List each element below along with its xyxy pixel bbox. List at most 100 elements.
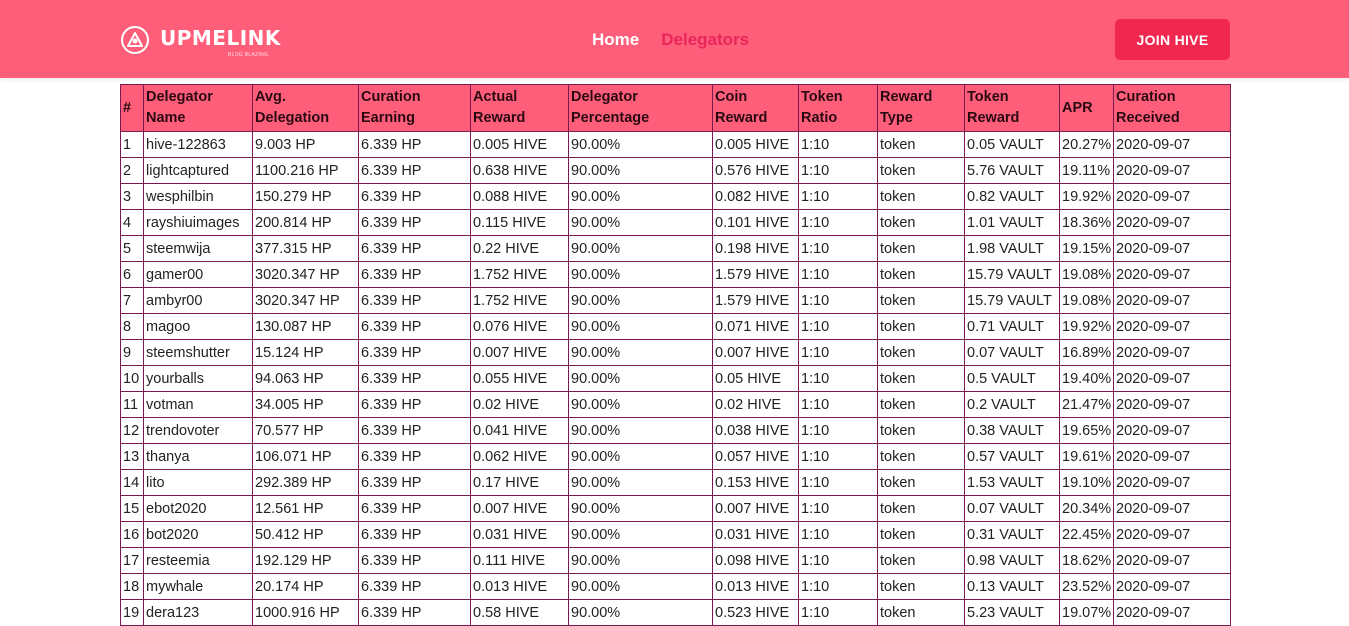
column-header: Coin Reward bbox=[712, 84, 799, 132]
column-header: Delegator Percentage bbox=[568, 84, 713, 132]
table-cell: 2020-09-07 bbox=[1113, 391, 1231, 418]
table-cell: 6.339 HP bbox=[358, 131, 471, 158]
table-cell: 3020.347 HP bbox=[252, 287, 359, 314]
table-row: 10 yourballs 94.063 HP 6.339 HP 0.055 HIVE 90… bbox=[120, 365, 1231, 392]
table-cell: 19.07% bbox=[1059, 599, 1114, 626]
table-cell: 18 bbox=[120, 573, 144, 600]
table-cell: 1:10 bbox=[798, 339, 878, 366]
table-cell: 0.041 HIVE bbox=[470, 417, 569, 444]
table-cell: token bbox=[877, 261, 965, 288]
delegators-table: # Delegator Name Avg. Delegation Curation E… bbox=[120, 84, 1231, 626]
table-cell: 6.339 HP bbox=[358, 261, 471, 288]
table-cell: 2020-09-07 bbox=[1113, 443, 1231, 470]
nav-delegators-link[interactable]: Delegators bbox=[661, 30, 749, 50]
table-cell: 0.07 VAULT bbox=[964, 495, 1060, 522]
table-cell: 6.339 HP bbox=[358, 417, 471, 444]
column-header: # bbox=[120, 84, 144, 132]
table-cell: 150.279 HP bbox=[252, 183, 359, 210]
table-cell: 90.00% bbox=[568, 183, 713, 210]
table-cell: 19.92% bbox=[1059, 313, 1114, 340]
table-cell: 3020.347 HP bbox=[252, 261, 359, 288]
table-cell: 1:10 bbox=[798, 599, 878, 626]
table-cell: 0.638 HIVE bbox=[470, 157, 569, 184]
table-cell: 1:10 bbox=[798, 365, 878, 392]
table-row: 8 magoo 130.087 HP 6.339 HP 0.076 HIVE 90.00%… bbox=[120, 313, 1231, 340]
table-cell: 1:10 bbox=[798, 183, 878, 210]
column-header: Curation Received bbox=[1113, 84, 1231, 132]
table-row: 13 thanya 106.071 HP 6.339 HP 0.062 HIVE 90.0… bbox=[120, 443, 1231, 470]
table-cell: 50.412 HP bbox=[252, 521, 359, 548]
table-cell: 0.17 HIVE bbox=[470, 469, 569, 496]
table-cell: magoo bbox=[143, 313, 253, 340]
table-cell: 34.005 HP bbox=[252, 391, 359, 418]
join-hive-button[interactable]: JOIN HIVE bbox=[1115, 19, 1230, 60]
table-cell: 5.23 VAULT bbox=[964, 599, 1060, 626]
table-cell: 15.124 HP bbox=[252, 339, 359, 366]
table-cell: 90.00% bbox=[568, 339, 713, 366]
table-cell: steemshutter bbox=[143, 339, 253, 366]
table-row: 19 dera123 1000.916 HP 6.339 HP 0.58 HIVE 90.… bbox=[120, 599, 1231, 626]
table-cell: 0.58 HIVE bbox=[470, 599, 569, 626]
table-cell: 6.339 HP bbox=[358, 313, 471, 340]
table-cell: 6.339 HP bbox=[358, 599, 471, 626]
table-cell: lito bbox=[143, 469, 253, 496]
top-navbar: UPMELINK BLOG BLAZING Home Delegators JO… bbox=[0, 0, 1349, 78]
table-cell: 5.76 VAULT bbox=[964, 157, 1060, 184]
table-cell: 0.007 HIVE bbox=[470, 339, 569, 366]
table-cell: 90.00% bbox=[568, 131, 713, 158]
table-cell: 6.339 HP bbox=[358, 469, 471, 496]
table-cell: 4 bbox=[120, 209, 144, 236]
table-cell: 23.52% bbox=[1059, 573, 1114, 600]
table-cell: 0.005 HIVE bbox=[470, 131, 569, 158]
table-cell: 90.00% bbox=[568, 547, 713, 574]
table-cell: hive-122863 bbox=[143, 131, 253, 158]
table-cell: 1:10 bbox=[798, 209, 878, 236]
table-cell: ambyr00 bbox=[143, 287, 253, 314]
table-row: 12 trendovoter 70.577 HP 6.339 HP 0.041 HIVE… bbox=[120, 417, 1231, 444]
table-cell: 70.577 HP bbox=[252, 417, 359, 444]
nav-home-link[interactable]: Home bbox=[592, 30, 639, 50]
table-cell: dera123 bbox=[143, 599, 253, 626]
table-cell: 0.071 HIVE bbox=[712, 313, 799, 340]
table-cell: 90.00% bbox=[568, 287, 713, 314]
table-cell: 90.00% bbox=[568, 495, 713, 522]
table-cell: 1:10 bbox=[798, 313, 878, 340]
table-cell: 192.129 HP bbox=[252, 547, 359, 574]
table-cell: 1:10 bbox=[798, 495, 878, 522]
table-row: 16 bot2020 50.412 HP 6.339 HP 0.031 HIVE 90.0… bbox=[120, 521, 1231, 548]
brand-tagline: BLOG BLAZING bbox=[228, 52, 269, 58]
table-cell: 2020-09-07 bbox=[1113, 547, 1231, 574]
table-cell: token bbox=[877, 157, 965, 184]
table-cell: 12 bbox=[120, 417, 144, 444]
table-cell: 0.02 HIVE bbox=[470, 391, 569, 418]
table-cell: 2020-09-07 bbox=[1113, 521, 1231, 548]
table-cell: 2020-09-07 bbox=[1113, 469, 1231, 496]
table-cell: 10 bbox=[120, 365, 144, 392]
table-cell: 2020-09-07 bbox=[1113, 339, 1231, 366]
table-cell: 19.61% bbox=[1059, 443, 1114, 470]
table-cell: 6.339 HP bbox=[358, 365, 471, 392]
table-cell: steemwija bbox=[143, 235, 253, 262]
table-cell: 0.088 HIVE bbox=[470, 183, 569, 210]
table-cell: 6.339 HP bbox=[358, 521, 471, 548]
table-cell: 0.05 VAULT bbox=[964, 131, 1060, 158]
table-cell: 0.013 HIVE bbox=[712, 573, 799, 600]
table-cell: 16.89% bbox=[1059, 339, 1114, 366]
table-row: 17 resteemia 192.129 HP 6.339 HP 0.111 HIVE 9… bbox=[120, 547, 1231, 574]
table-row: 6 gamer00 3020.347 HP 6.339 HP 1.752 HIVE 90.… bbox=[120, 261, 1231, 288]
table-cell: 90.00% bbox=[568, 573, 713, 600]
table-cell: 90.00% bbox=[568, 599, 713, 626]
table-cell: token bbox=[877, 313, 965, 340]
table-cell: 90.00% bbox=[568, 469, 713, 496]
table-cell: 6.339 HP bbox=[358, 495, 471, 522]
column-header: Token Ratio bbox=[798, 84, 878, 132]
table-row: 9 steemshutter 15.124 HP 6.339 HP 0.007 HIVE… bbox=[120, 339, 1231, 366]
table-cell: 20.34% bbox=[1059, 495, 1114, 522]
table-cell: 22.45% bbox=[1059, 521, 1114, 548]
table-cell: 17 bbox=[120, 547, 144, 574]
table-cell: 0.198 HIVE bbox=[712, 235, 799, 262]
table-cell: 0.31 VAULT bbox=[964, 521, 1060, 548]
column-header: APR bbox=[1059, 84, 1114, 132]
table-cell: mywhale bbox=[143, 573, 253, 600]
table-cell: token bbox=[877, 235, 965, 262]
